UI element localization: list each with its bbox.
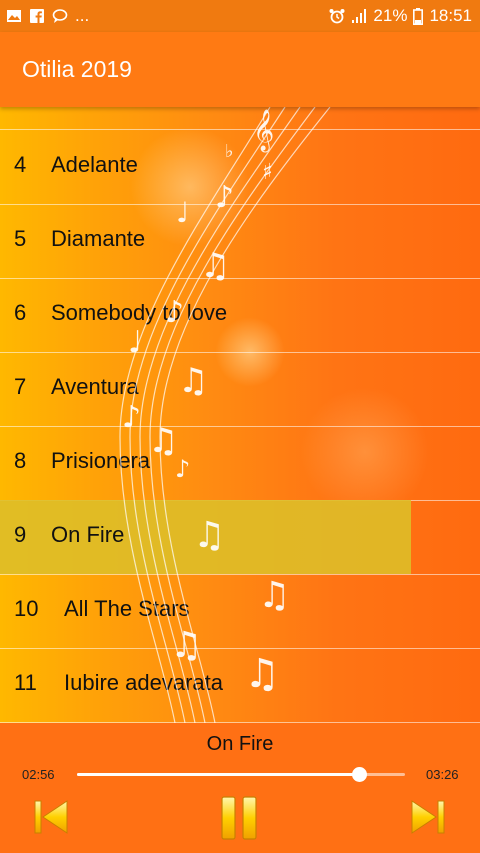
track-title: Adelante — [51, 152, 138, 177]
pause-button[interactable] — [219, 795, 259, 841]
playlist-item[interactable]: 5 Diamante — [0, 204, 480, 279]
track-title: All The Stars — [64, 596, 190, 621]
app-bar: Otilia 2019 — [0, 32, 480, 107]
facebook-icon — [30, 9, 44, 23]
gallery-icon — [7, 10, 21, 22]
playlist-item[interactable]: 10 All The Stars — [0, 574, 480, 649]
status-overflow: ... — [75, 6, 90, 25]
total-time: 03:26 — [426, 767, 459, 782]
track-number: 8 — [14, 448, 27, 473]
track-title: Prisionera — [51, 448, 151, 473]
seek-bar[interactable] — [77, 767, 405, 782]
clock: 18:51 — [429, 6, 472, 25]
playlist-item[interactable]: 9 On Fire — [0, 500, 480, 575]
chat-icon — [52, 9, 68, 23]
playlist-item[interactable]: 11 Iubire adevarata — [0, 648, 480, 723]
playlist-item[interactable]: 4 Adelante — [0, 130, 480, 205]
track-number: 6 — [14, 300, 27, 325]
track-number: 11 — [14, 670, 37, 695]
track-title: On Fire — [51, 522, 125, 547]
player-bar: On Fire 02:56 03:26 — [0, 723, 480, 853]
track-title: Iubire adevarata — [64, 670, 223, 695]
playlist-item[interactable]: 6 Somebody to love — [0, 278, 480, 353]
track-number: 9 — [14, 522, 27, 547]
track-number: 10 — [14, 596, 39, 621]
alarm-icon — [329, 9, 345, 24]
track-number: 4 — [14, 152, 27, 177]
playlist-item[interactable]: 7 Aventura — [0, 352, 480, 427]
battery-icon — [413, 7, 424, 25]
playlist-item[interactable]: 8 Prisionera — [0, 426, 480, 501]
battery-percent: 21% — [373, 6, 408, 25]
track-number: 5 — [14, 226, 27, 251]
track-title: Somebody to love — [51, 300, 228, 325]
track-title: Aventura — [51, 374, 139, 399]
seek-thumb[interactable] — [352, 767, 368, 782]
now-playing-title: On Fire — [206, 733, 274, 755]
status-bar: ... 21% 18:51 — [0, 0, 480, 32]
elapsed-time: 02:56 — [22, 767, 55, 782]
track-number: 7 — [14, 374, 27, 399]
seek-progress — [77, 773, 360, 776]
track-title: Diamante — [51, 226, 146, 251]
playlist: 4 Adelante 5 Diamante 6 Somebody to love 7 Aven… — [0, 107, 480, 723]
previous-track-button[interactable] — [33, 797, 69, 837]
signal-icon — [352, 9, 367, 23]
next-track-button[interactable] — [410, 797, 446, 837]
app-title: Otilia 2019 — [22, 56, 132, 82]
